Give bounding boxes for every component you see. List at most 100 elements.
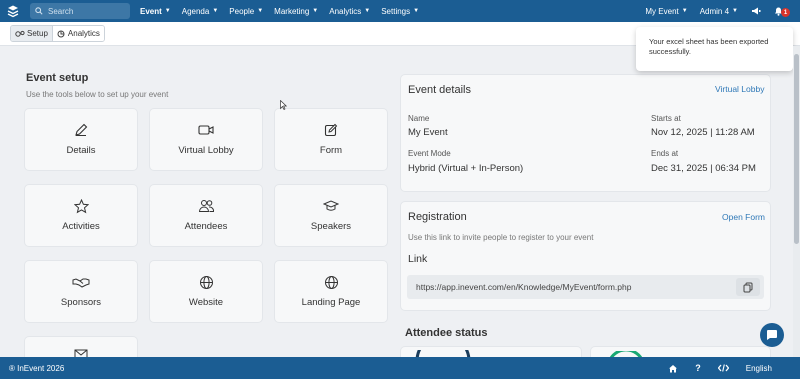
nav-settings[interactable]: Settings ▼ <box>381 7 419 16</box>
tile-attendees[interactable]: Attendees <box>149 184 263 247</box>
toast-message: Your excel sheet has been exported succe… <box>649 37 769 56</box>
tile-label: Virtual Lobby <box>178 145 234 156</box>
name-value: My Event <box>408 127 448 138</box>
footer-copyright: ® InEvent 2026 <box>9 363 65 373</box>
inevent-logo[interactable] <box>4 2 22 20</box>
tile-virtual-lobby[interactable]: Virtual Lobby <box>149 108 263 171</box>
home-icon[interactable] <box>668 364 678 373</box>
megaphone-icon[interactable] <box>750 5 762 17</box>
tile-label: Speakers <box>310 221 352 232</box>
tile-landing-page[interactable]: Landing Page <box>274 260 388 323</box>
tab-setup[interactable]: Setup <box>11 26 52 41</box>
tile-label: Activities <box>62 221 100 232</box>
nav-people[interactable]: People ▼ <box>229 7 263 16</box>
tile-label: Sponsors <box>60 297 102 308</box>
mode-label: Event Mode <box>408 149 451 158</box>
graduation-cap-icon <box>322 199 340 215</box>
language-selector[interactable]: English <box>746 364 772 373</box>
registration-description: Use this link to invite people to regist… <box>408 233 594 242</box>
registration-link-field[interactable]: https://app.inevent.com/en/Knowledge/MyE… <box>407 275 764 299</box>
open-form-link[interactable]: Open Form <box>722 212 765 222</box>
footer-right: ? English <box>668 357 772 379</box>
chevron-down-icon: ▼ <box>732 8 738 14</box>
handshake-icon <box>72 275 90 291</box>
search-placeholder: Search <box>48 6 74 16</box>
bell-icon[interactable]: 1 <box>772 5 790 17</box>
globe-icon <box>324 275 339 291</box>
pencil-icon <box>74 123 88 139</box>
attendee-status-card <box>400 346 582 361</box>
chevron-down-icon: ▼ <box>164 8 171 14</box>
scrollbar-thumb[interactable] <box>794 54 799 244</box>
tab-label: Setup <box>27 29 48 38</box>
setup-subtitle: Use the tools below to set up your event <box>26 90 169 99</box>
tile-label: Landing Page <box>301 297 361 308</box>
code-icon[interactable] <box>717 364 729 372</box>
nav-label: Marketing <box>274 6 310 16</box>
edit-square-icon <box>324 123 338 139</box>
starts-value: Nov 12, 2025 | 11:28 AM <box>651 127 755 138</box>
starts-label: Starts at <box>651 114 681 123</box>
copy-button[interactable] <box>736 278 760 296</box>
tile-activities[interactable]: Activities <box>24 184 138 247</box>
nav-event[interactable]: Event ▼ <box>140 7 171 16</box>
ends-label: Ends at <box>651 149 679 158</box>
toast-notification: Your excel sheet has been exported succe… <box>636 27 793 71</box>
nav-marketing[interactable]: Marketing ▼ <box>274 7 318 16</box>
attendee-status-title: Attendee status <box>405 327 488 339</box>
tile-form[interactable]: Form <box>274 108 388 171</box>
event-selector[interactable]: My Event ▼ <box>645 7 687 16</box>
tile-label: Website <box>188 297 224 308</box>
tile-label: Form <box>319 145 343 156</box>
header-right: My Event ▼ Admin 4 ▼ 1 <box>645 0 794 22</box>
chevron-down-icon: ▼ <box>413 8 420 14</box>
tile-sponsors[interactable]: Sponsors <box>24 260 138 323</box>
chevron-down-icon: ▼ <box>312 8 319 14</box>
main-nav: Event ▼ Agenda ▼ People ▼ Marketing ▼ Analyt… <box>140 7 430 16</box>
name-label: Name <box>408 114 430 123</box>
nav-label: Agenda <box>181 6 210 16</box>
chevron-down-icon: ▼ <box>212 8 219 14</box>
search-icon <box>35 7 43 15</box>
chat-icon <box>767 330 777 340</box>
nav-agenda[interactable]: Agenda ▼ <box>182 7 219 16</box>
link-label: Link <box>408 253 428 265</box>
nav-label: Analytics <box>329 6 362 16</box>
registration-link-url: https://app.inevent.com/en/Knowledge/MyE… <box>416 282 632 292</box>
search-input[interactable]: Search <box>30 3 130 19</box>
star-icon <box>73 198 89 215</box>
virtual-lobby-link[interactable]: Virtual Lobby <box>715 84 764 94</box>
admin-menu[interactable]: Admin 4 ▼ <box>700 7 738 16</box>
nav-label: People <box>229 6 255 16</box>
chat-button[interactable] <box>760 323 784 347</box>
registration-title: Registration <box>408 211 467 223</box>
admin-menu-label: Admin 4 <box>699 6 730 16</box>
copy-icon <box>743 282 753 292</box>
nav-label: Settings <box>381 6 411 16</box>
users-icon <box>198 199 215 215</box>
notification-badge: 1 <box>781 8 790 17</box>
gears-icon <box>15 30 25 37</box>
top-navbar: Search Event ▼ Agenda ▼ People ▼ Marketing ▼… <box>0 0 800 22</box>
tile-label: Attendees <box>184 221 228 232</box>
attendee-status-card <box>590 346 771 362</box>
tab-analytics[interactable]: Analytics <box>51 26 104 41</box>
ends-value: Dec 31, 2025 | 06:34 PM <box>651 163 756 174</box>
nav-analytics[interactable]: Analytics ▼ <box>329 7 370 16</box>
setup-title: Event setup <box>26 72 89 84</box>
view-tabs: Setup Analytics <box>10 25 105 42</box>
video-icon <box>198 123 214 139</box>
help-icon[interactable]: ? <box>695 363 701 373</box>
chevron-down-icon: ▼ <box>681 8 688 14</box>
tile-speakers[interactable]: Speakers <box>274 184 388 247</box>
tab-label: Analytics <box>67 29 100 38</box>
tile-details[interactable]: Details <box>24 108 138 171</box>
tile-website[interactable]: Website <box>149 260 263 323</box>
page-scrollbar[interactable] <box>793 46 800 357</box>
globe-icon <box>199 275 214 291</box>
tile-partial[interactable] <box>24 336 138 359</box>
tile-label: Details <box>66 145 96 156</box>
mouse-cursor-icon <box>280 99 288 113</box>
footer-bar: ® InEvent 2026 ? English <box>0 357 800 379</box>
chart-icon <box>57 30 65 37</box>
